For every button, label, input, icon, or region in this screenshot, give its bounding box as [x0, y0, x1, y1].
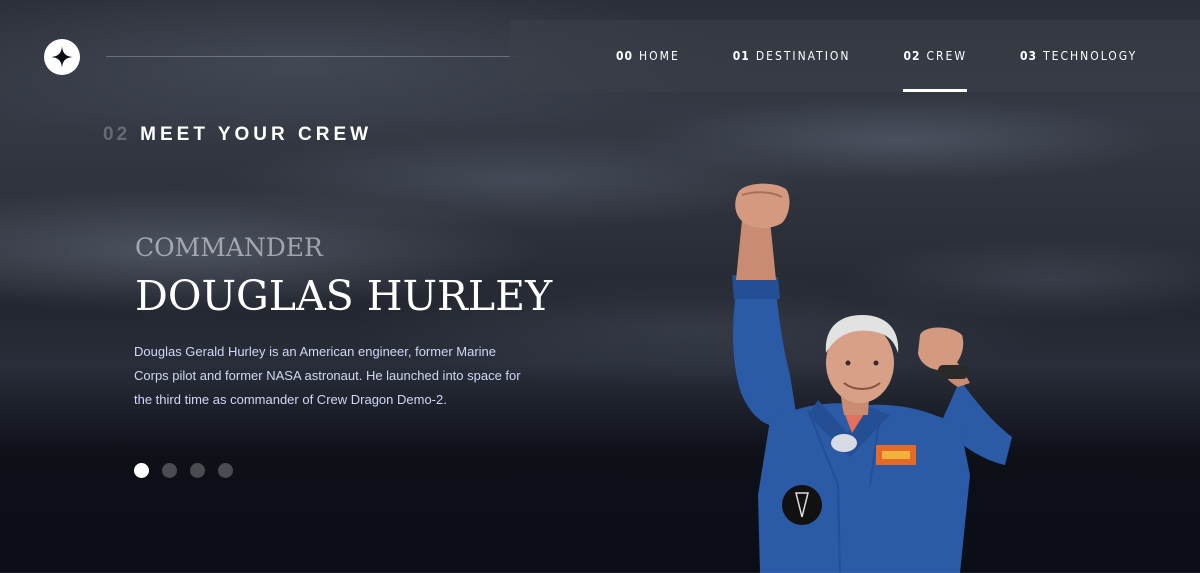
header-divider: [106, 56, 536, 57]
nav-number: 01: [732, 49, 750, 63]
crew-role: Commander: [135, 233, 323, 262]
nav-number: 03: [1020, 49, 1038, 63]
nav-item-destination[interactable]: 01 DESTINATION: [733, 20, 851, 92]
nav-label: HOME: [639, 49, 680, 63]
main-nav: 00 HOME 01 DESTINATION 02 CREW 03 TECHNO…: [509, 20, 1200, 92]
carousel-dot-1[interactable]: [134, 463, 149, 478]
crew-bio: Douglas Gerald Hurley is an American eng…: [134, 344, 521, 407]
crew-name: Douglas Hurley: [135, 272, 553, 320]
carousel-dot-2[interactable]: [162, 463, 177, 478]
nav-item-home[interactable]: 00 HOME: [616, 20, 680, 92]
nav-item-technology[interactable]: 03 TECHNOLOGY: [1020, 20, 1137, 92]
logo-star-icon[interactable]: [44, 39, 80, 75]
section-title-text: MEET YOUR CREW: [140, 124, 373, 145]
nav-number: 02: [903, 49, 921, 63]
nav-number: 00: [616, 49, 634, 63]
carousel-dot-3[interactable]: [190, 463, 205, 478]
carousel-dot-4[interactable]: [218, 463, 233, 478]
crew-carousel-dots: [134, 463, 233, 478]
nav-label: CREW: [926, 49, 968, 63]
nav-label: DESTINATION: [755, 49, 851, 63]
nav-label: TECHNOLOGY: [1043, 49, 1138, 63]
section-number: 02: [103, 124, 131, 145]
nav-item-crew[interactable]: 02 CREW: [903, 20, 967, 92]
astronaut-image: [732, 183, 1012, 573]
page-title: 02 MEET YOUR CREW: [103, 124, 372, 146]
